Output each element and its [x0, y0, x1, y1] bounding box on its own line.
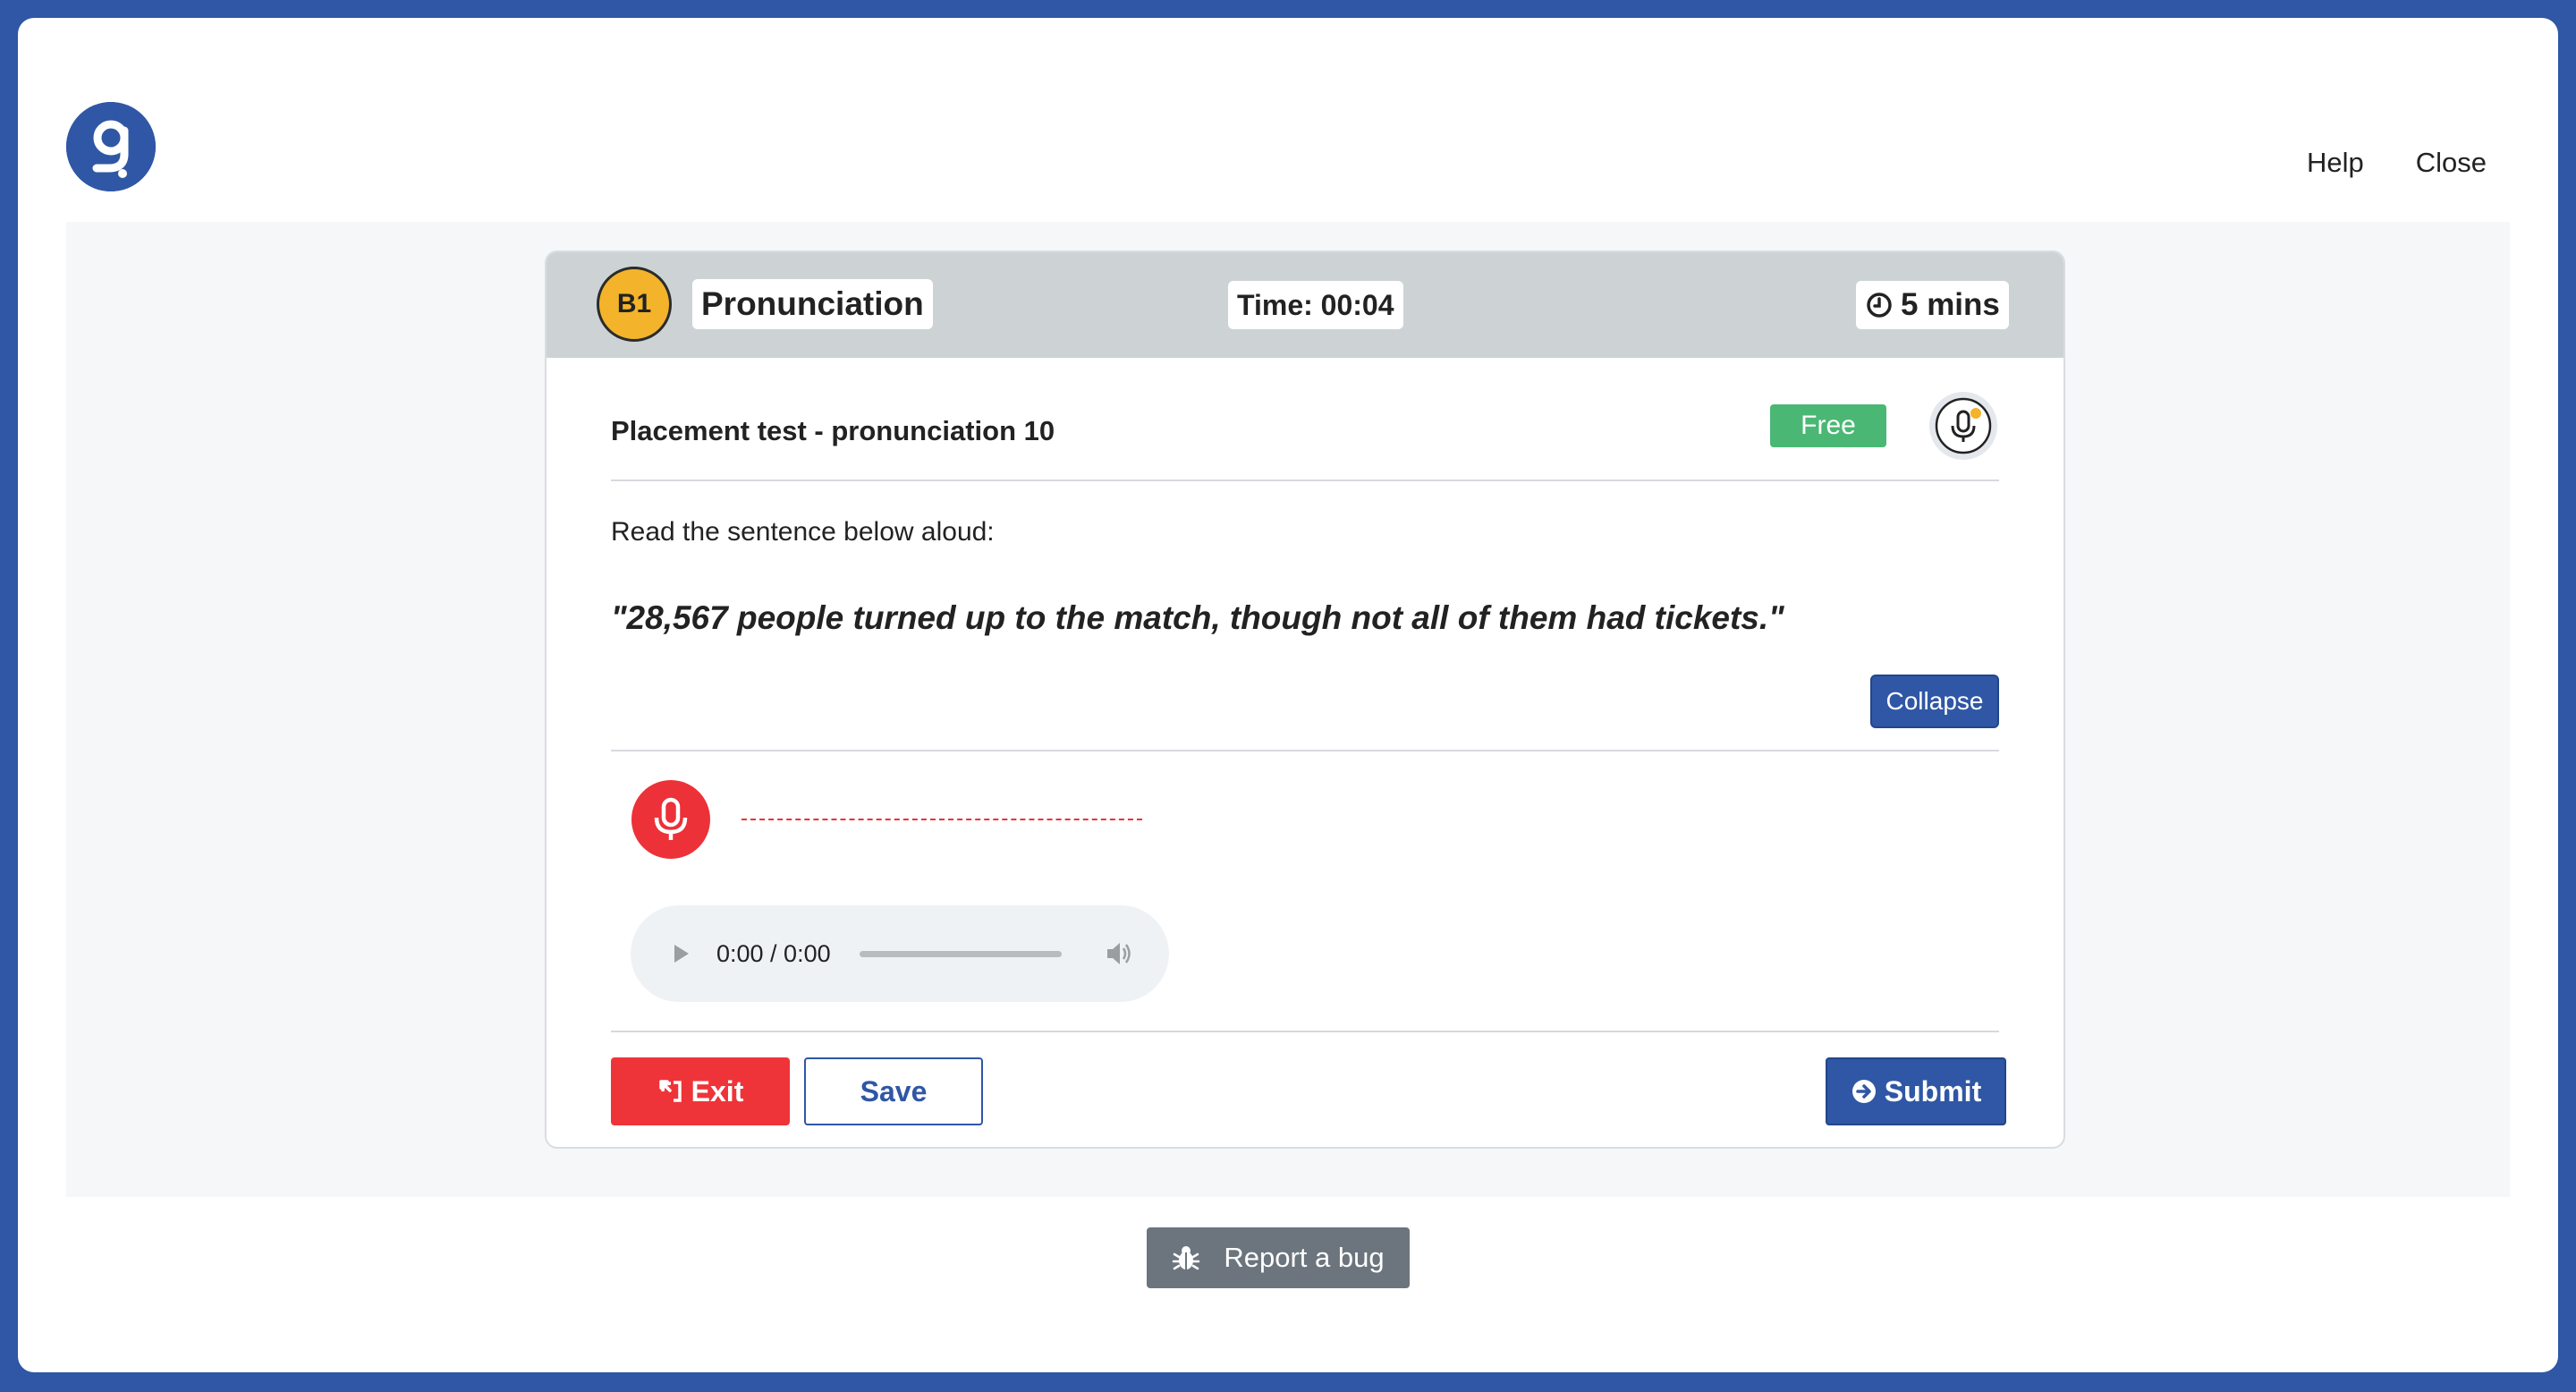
- report-bug-label: Report a bug: [1224, 1242, 1385, 1273]
- waveform-line: [741, 819, 1142, 820]
- skill-title: Pronunciation: [692, 279, 933, 329]
- submit-label: Submit: [1884, 1074, 1982, 1108]
- card-header: B1 Pronunciation Time: 00:04 5 mins: [547, 252, 2063, 358]
- play-button[interactable]: [663, 936, 699, 972]
- exit-label: Exit: [691, 1074, 744, 1108]
- app-frame: Help Close B1 Pronunciation Time: 00:04 …: [18, 18, 2558, 1372]
- bug-icon: [1173, 1246, 1200, 1270]
- test-title-row: Placement test - pronunciation 10 Free: [611, 392, 1999, 467]
- volume-icon: [1106, 943, 1131, 964]
- duration-text: 5 mins: [1901, 287, 2000, 322]
- brand-logo-icon[interactable]: [66, 102, 156, 191]
- instruction-text: Read the sentence below aloud:: [611, 517, 995, 547]
- report-bug-button[interactable]: Report a bug: [1147, 1227, 1410, 1288]
- test-title: Placement test - pronunciation 10: [611, 415, 1055, 446]
- level-badge: B1: [597, 267, 672, 342]
- duration-chip: 5 mins: [1856, 281, 2009, 329]
- exit-button[interactable]: Exit: [611, 1057, 790, 1125]
- question-card: B1 Pronunciation Time: 00:04 5 mins Plac…: [545, 250, 2065, 1149]
- arrow-right-circle-icon: [1852, 1080, 1876, 1103]
- record-microphone-icon: [654, 797, 688, 840]
- close-link[interactable]: Close: [2416, 147, 2487, 179]
- audio-progress-slider[interactable]: [859, 950, 1062, 957]
- play-icon: [674, 945, 689, 963]
- collapse-button[interactable]: Collapse: [1870, 675, 1999, 728]
- audio-time: 0:00 / 0:00: [716, 939, 831, 967]
- submit-button[interactable]: Submit: [1826, 1057, 2006, 1125]
- status-badge: Free: [1770, 404, 1886, 447]
- content-area: B1 Pronunciation Time: 00:04 5 mins Plac…: [66, 222, 2510, 1197]
- mic-check-button[interactable]: [1929, 392, 1997, 460]
- divider: [611, 750, 1999, 751]
- clock-icon: [1867, 293, 1892, 318]
- audio-player: 0:00 / 0:00: [631, 905, 1169, 1002]
- top-nav: Help Close: [2307, 147, 2487, 179]
- reading-sentence: "28,567 people turned up to the match, t…: [611, 599, 1784, 636]
- divider: [611, 480, 1999, 481]
- elapsed-timer: Time: 00:04: [1228, 281, 1403, 329]
- record-button[interactable]: [631, 780, 710, 859]
- save-label: Save: [860, 1074, 928, 1108]
- volume-button[interactable]: [1101, 936, 1137, 972]
- microphone-icon: [1935, 397, 1992, 454]
- divider: [611, 1031, 1999, 1032]
- help-link[interactable]: Help: [2307, 147, 2364, 179]
- exit-icon: [658, 1080, 682, 1102]
- save-button[interactable]: Save: [804, 1057, 983, 1125]
